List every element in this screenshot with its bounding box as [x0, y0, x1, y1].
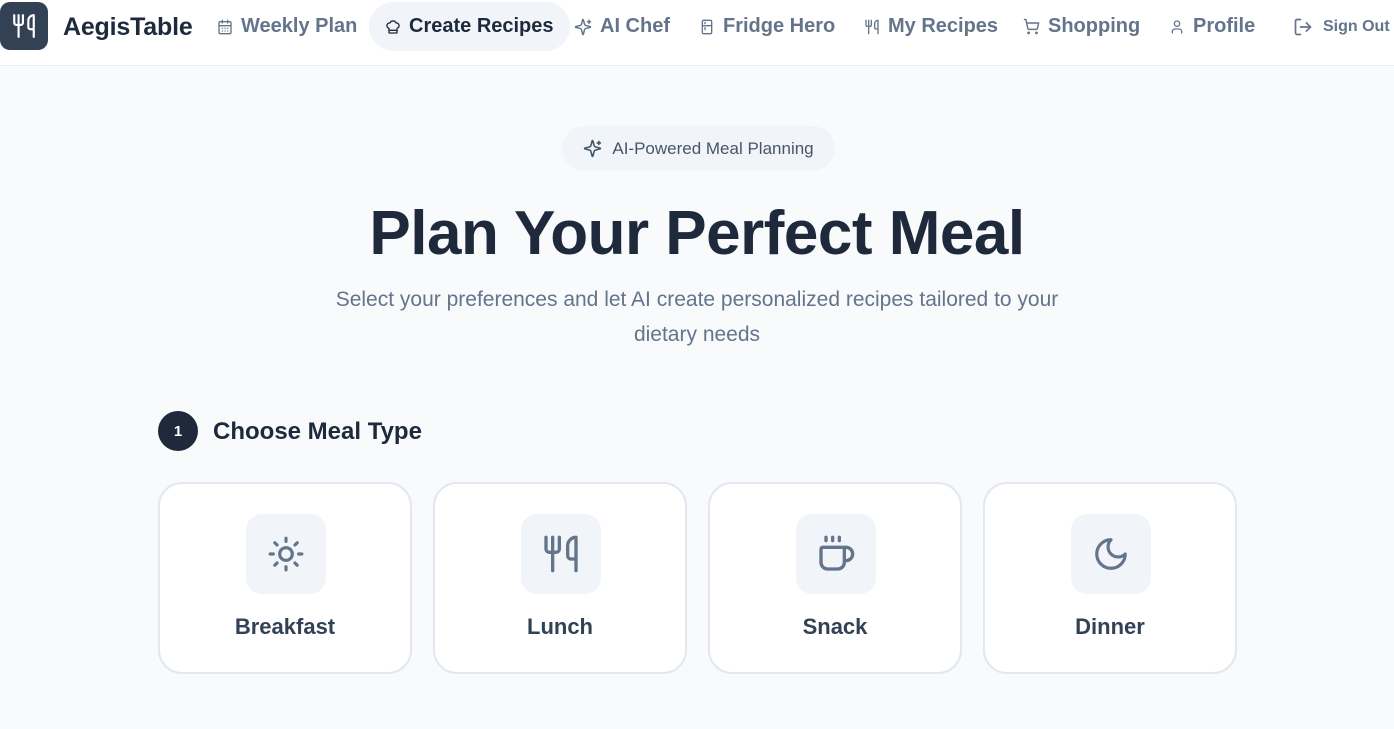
- calendar-icon: [218, 19, 232, 34]
- coffee-icon: [819, 535, 855, 571]
- meal-option-label: Snack: [802, 614, 868, 639]
- meal-option-label: Breakfast: [234, 614, 336, 639]
- brand-name[interactable]: AegisTable: [63, 13, 193, 42]
- utensils-icon: [865, 19, 879, 34]
- sign-out-label: Sign Out: [1323, 18, 1390, 35]
- nav-item-shopping[interactable]: Shopping: [1023, 2, 1140, 51]
- fridge-icon: [701, 19, 713, 34]
- page-title: Plan Your Perfect Meal: [369, 199, 1025, 268]
- meal-option-breakfast[interactable]: Breakfast: [158, 482, 412, 674]
- meal-icon-container: [521, 514, 601, 594]
- user-icon: [1171, 19, 1183, 34]
- meal-icon-container: [796, 514, 876, 594]
- nav-item-fridge-hero[interactable]: Fridge Hero: [699, 2, 835, 51]
- step-number: 1: [158, 411, 198, 451]
- sparkles-icon: [574, 18, 592, 35]
- meal-option-snack[interactable]: Snack: [708, 482, 962, 674]
- chef-hat-icon: [386, 19, 400, 34]
- page-subtitle: Select your preferences and let AI creat…: [335, 288, 1059, 346]
- nav-item-label: Fridge Hero: [723, 15, 836, 37]
- app-logo[interactable]: [0, 2, 48, 50]
- meal-icon-container: [1071, 514, 1151, 594]
- meal-option-dinner[interactable]: Dinner: [983, 482, 1237, 674]
- nav-item-ai-chef[interactable]: AI Chef: [574, 2, 670, 51]
- nav-item-label: Weekly Plan: [241, 15, 358, 37]
- nav-item-label: Profile: [1193, 15, 1256, 37]
- meal-icon-container: [246, 514, 326, 594]
- utensils-icon: [544, 535, 578, 573]
- meal-option-lunch[interactable]: Lunch: [433, 482, 687, 674]
- meal-option-label: Dinner: [1075, 614, 1145, 639]
- nav-item-create-recipes[interactable]: Create Recipes: [369, 2, 570, 51]
- sparkles-icon: [584, 139, 602, 158]
- nav-item-label: Create Recipes: [409, 15, 554, 37]
- log-out-icon: [1294, 18, 1312, 36]
- cart-icon: [1023, 18, 1040, 35]
- nav-item-label: Shopping: [1048, 15, 1141, 37]
- badge-label: AI-Powered Meal Planning: [612, 138, 814, 158]
- nav-item-weekly-plan[interactable]: Weekly Plan: [217, 2, 357, 51]
- nav-item-label: My Recipes: [888, 15, 999, 37]
- section-title: Choose Meal Type: [213, 418, 422, 445]
- sun-icon: [268, 536, 304, 572]
- moon-icon: [1095, 538, 1127, 570]
- top-nav-bar: AegisTable Weekly Plan Create Recipes AI…: [0, 0, 1394, 66]
- meal-option-label: Lunch: [527, 614, 593, 639]
- nav-item-my-recipes[interactable]: My Recipes: [864, 2, 998, 51]
- nav-item-profile[interactable]: Profile: [1169, 2, 1255, 51]
- sign-out-button[interactable]: Sign Out: [1293, 15, 1390, 39]
- ai-badge: AI-Powered Meal Planning: [562, 126, 835, 171]
- utensils-icon: [13, 14, 35, 38]
- nav-item-label: AI Chef: [600, 15, 670, 37]
